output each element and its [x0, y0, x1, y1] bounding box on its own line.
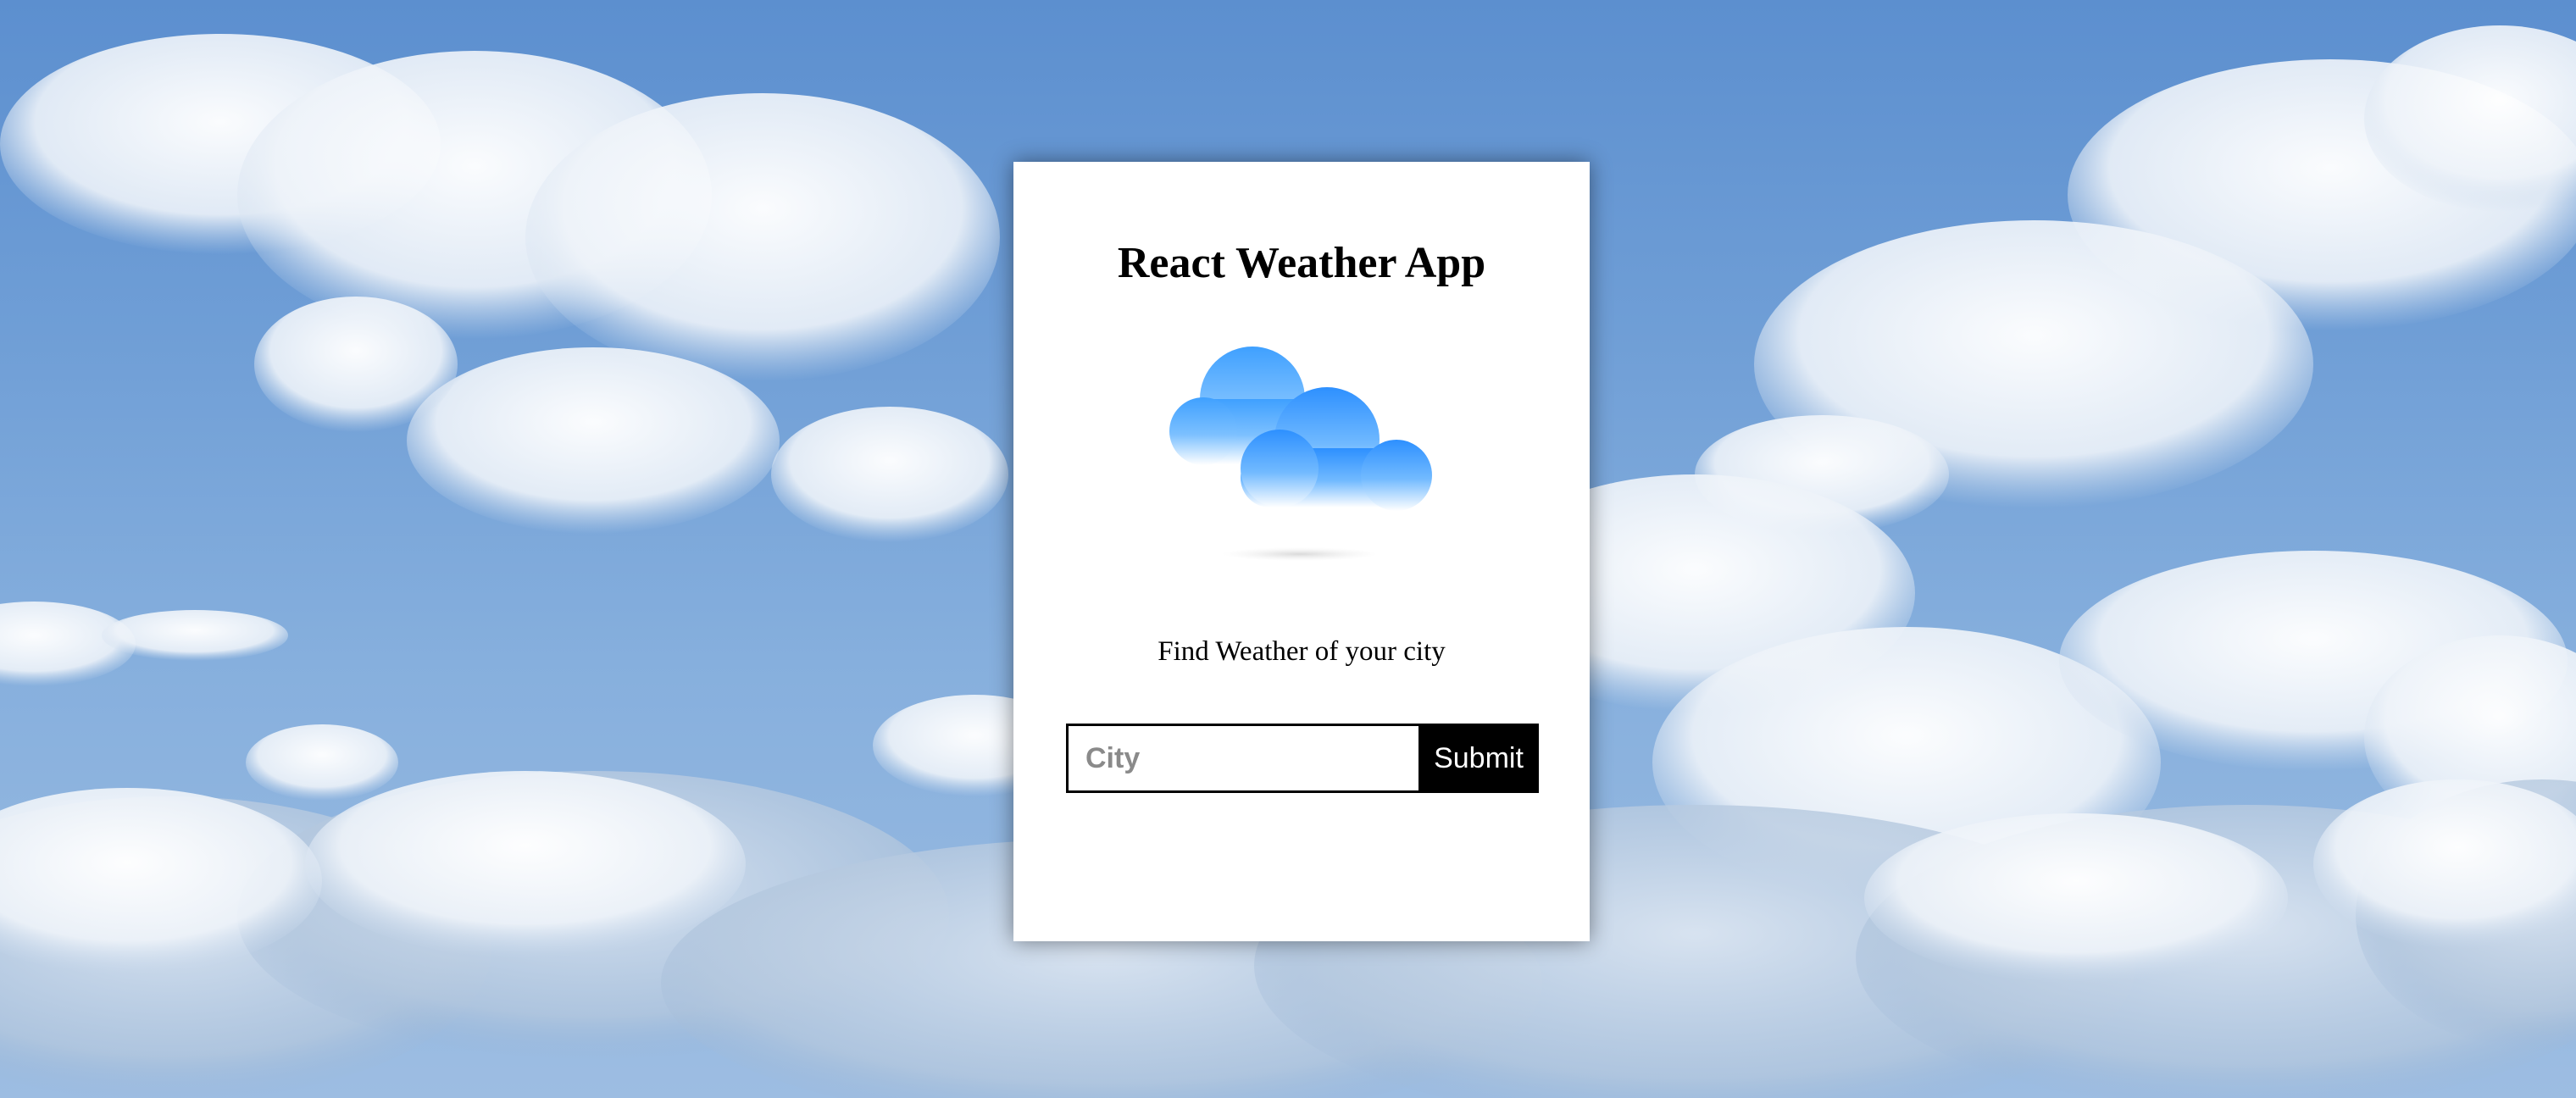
weather-card: React Weather App Find Weather of your c…: [1013, 162, 1590, 941]
city-search-form: Submit: [1066, 724, 1539, 793]
city-input[interactable]: [1066, 724, 1418, 793]
page-title: React Weather App: [1117, 239, 1486, 287]
submit-button[interactable]: Submit: [1418, 724, 1539, 793]
cloud-icon: [1166, 340, 1437, 568]
find-weather-subtitle: Find Weather of your city: [1158, 636, 1446, 667]
